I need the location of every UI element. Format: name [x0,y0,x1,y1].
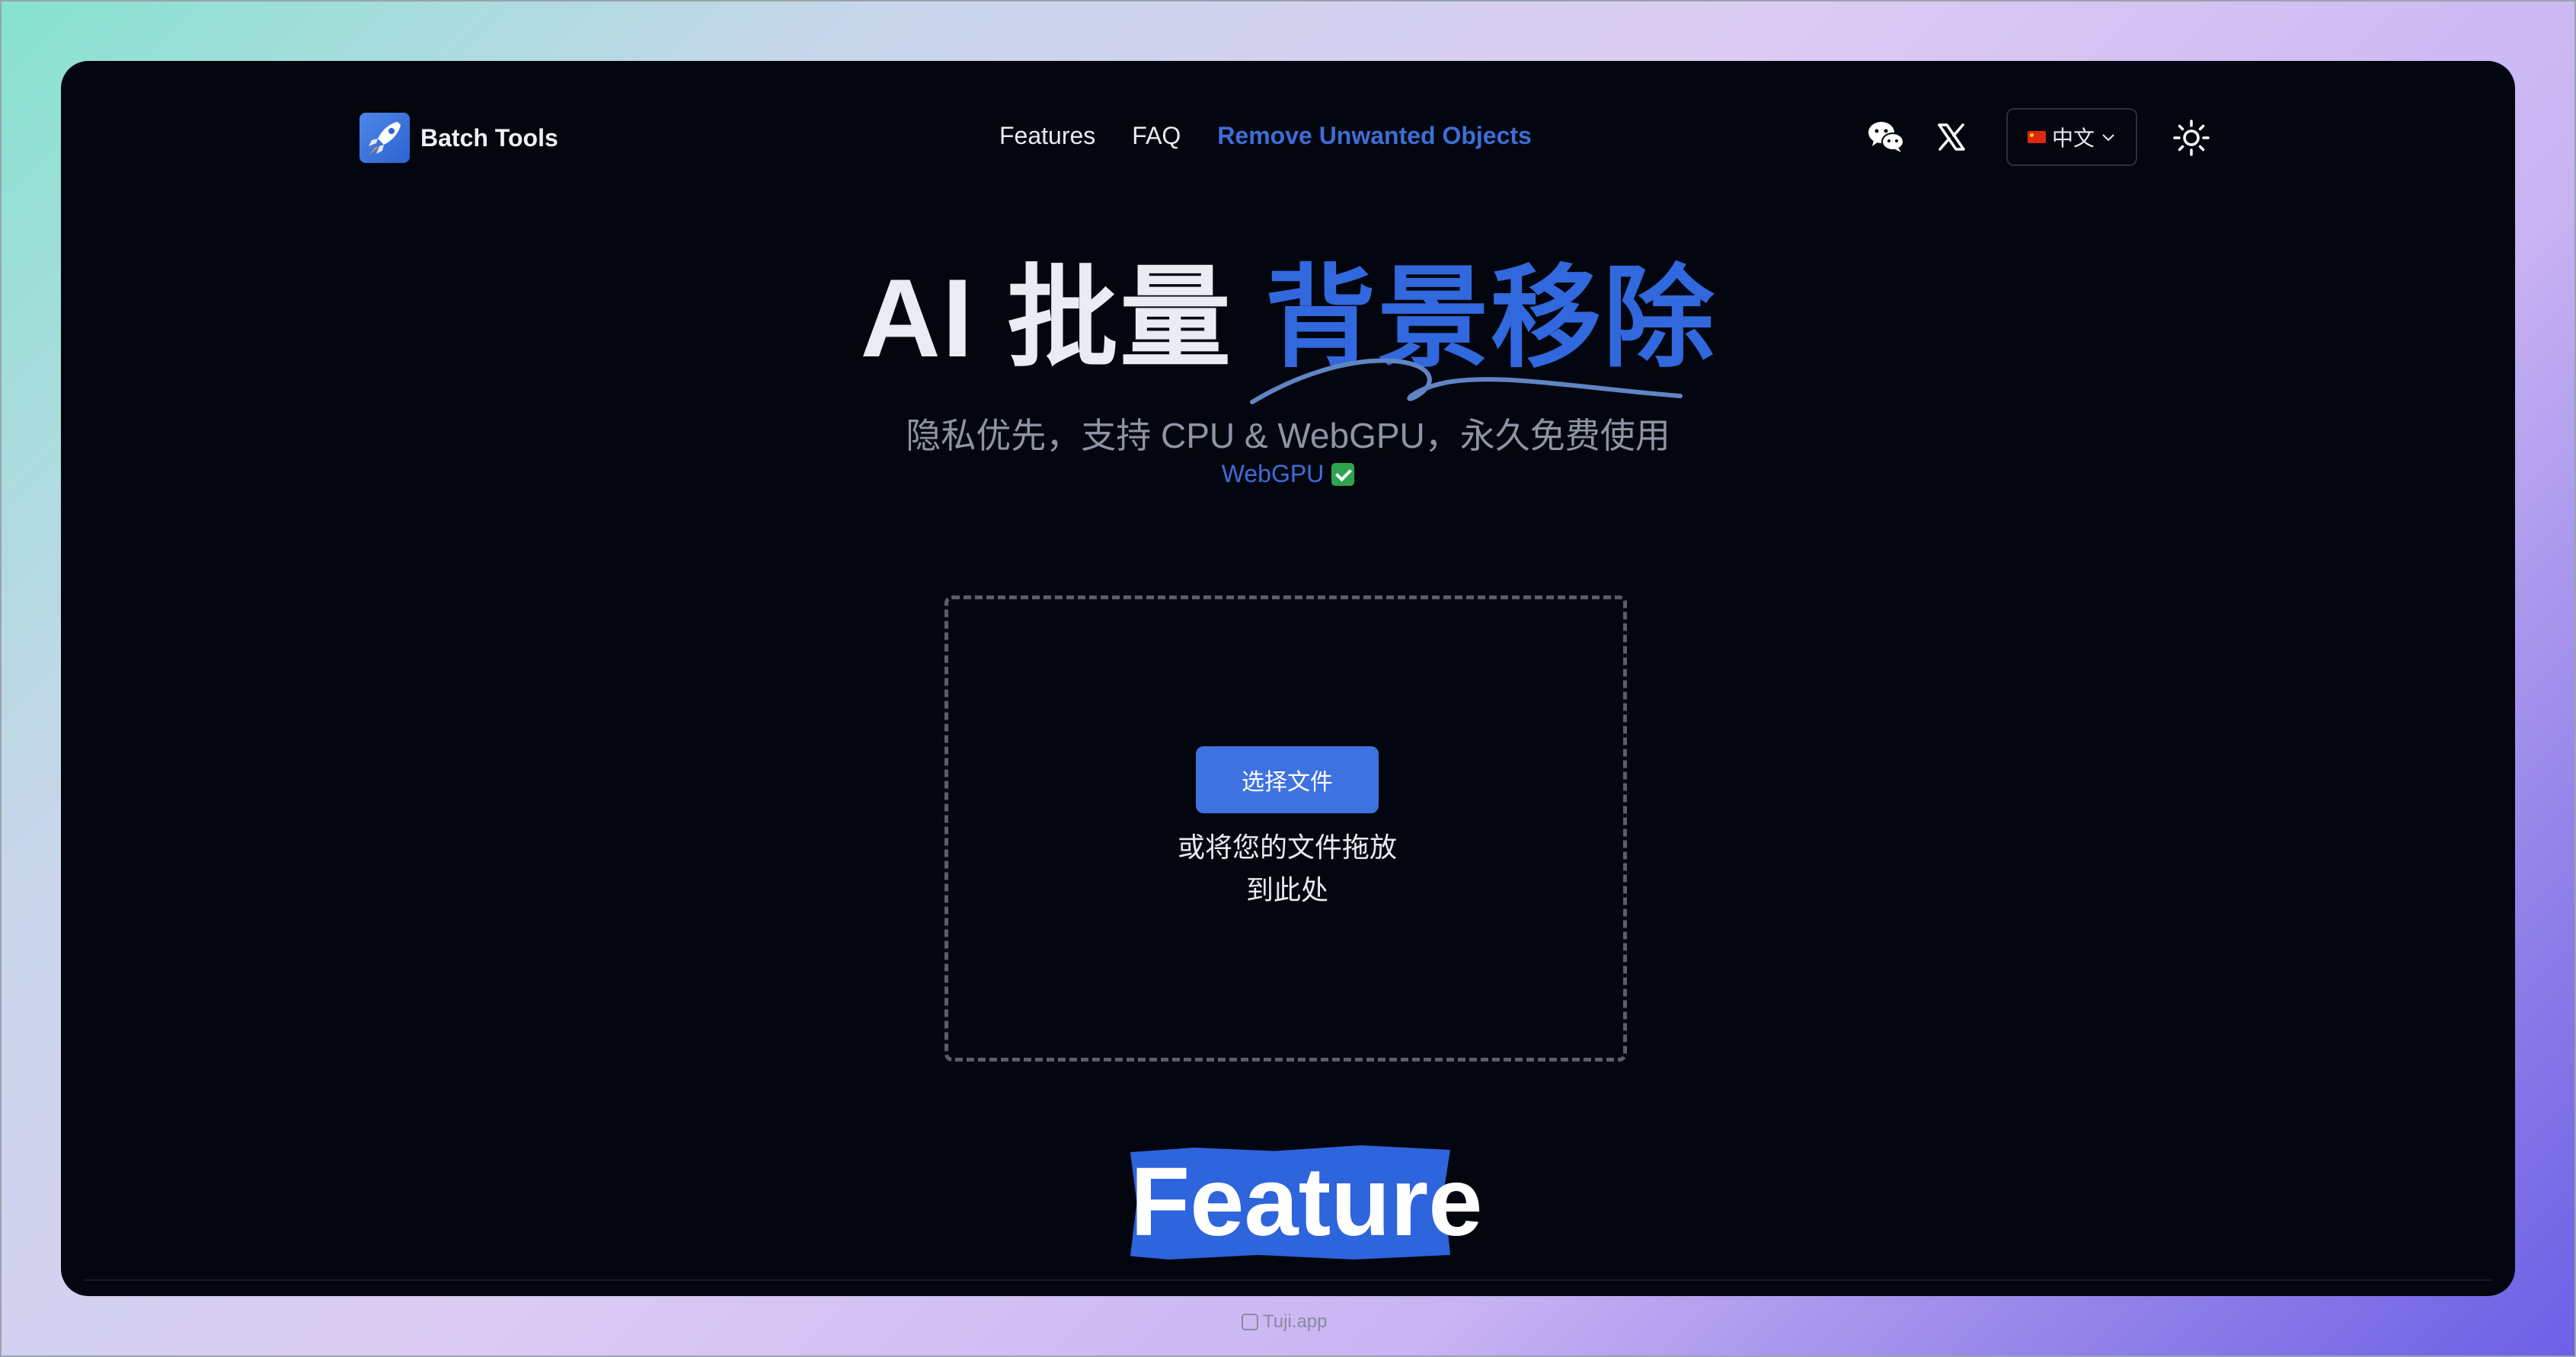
feature-heading: Feature [1130,1145,1483,1260]
hero-subtitle: 隐私优先，支持 CPU & WebGPU，永久免费使用 [906,416,1670,455]
language-label: 中文 [2051,126,2095,150]
section-divider [84,1279,2492,1281]
china-flag-icon [2027,131,2046,143]
tuji-logo-icon [1242,1314,1258,1330]
feature-heading-text: Feature [1130,1148,1483,1256]
app-window: Batch Tools Features FAQ Remove Unwanted… [61,61,2515,1296]
hero-title-prefix: AI 批量 [860,256,1232,380]
wechat-icon[interactable] [1868,120,1904,154]
choose-file-button[interactable]: 选择文件 [1196,746,1379,813]
main-nav: Features FAQ Remove Unwanted Objects [999,122,1532,150]
webgpu-label: WebGPU [1221,460,1325,487]
nav-remove-objects[interactable]: Remove Unwanted Objects [1217,122,1532,150]
webgpu-status: WebGPU [61,460,2515,488]
drop-hint-line-2: 到此处 [1245,874,1328,905]
chevron-down-icon [2102,134,2114,142]
drop-hint: 或将您的文件拖放 到此处 [1127,826,1447,912]
language-select[interactable]: 中文 [2006,108,2137,166]
brand-name: Batch Tools [420,123,558,152]
watermark: Tuji.app [1242,1311,1328,1333]
check-mark-icon [1331,462,1355,486]
nav-faq[interactable]: FAQ [1132,122,1181,150]
rocket-logo-icon [360,113,410,163]
nav-features[interactable]: Features [999,122,1095,150]
x-twitter-icon[interactable] [1936,122,1967,152]
sun-icon[interactable] [2172,119,2210,157]
underline-swash-decoration [1250,358,1683,404]
brand[interactable]: Batch Tools [360,113,558,163]
drop-hint-line-1: 或将您的文件拖放 [1177,832,1397,863]
watermark-text: Tuji.app [1263,1311,1328,1332]
